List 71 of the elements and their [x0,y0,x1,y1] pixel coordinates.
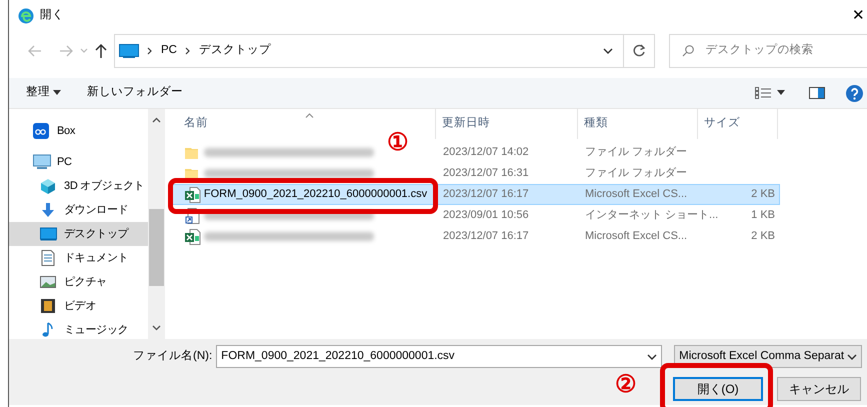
sidebar-item[interactable]: ピクチャ [9,270,148,294]
file-size: 2 KB [751,188,775,200]
window-title: 開く [40,8,64,24]
monitor-icon [40,226,58,242]
file-type: Microsoft Excel CS... [585,230,688,242]
chevron-icon [147,47,153,55]
new-folder-button[interactable]: 新しいフォルダー [86,84,183,102]
spreadsheet-file-icon [185,186,201,202]
sidebar-item[interactable]: Box [9,119,148,143]
monitor-icon [119,44,139,58]
file-size: 2 KB [751,230,775,242]
cube-icon [40,178,58,194]
spreadsheet-file-icon [185,228,201,244]
app-icon [18,8,34,24]
modified-date: 2023/09/01 10:56 [443,209,529,222]
scroll-down-icon[interactable] [152,325,161,331]
column-header[interactable]: サイズ [698,109,778,139]
step-number: ② [615,373,637,397]
dropdown-caret-icon[interactable] [847,352,858,360]
preview-pane-icon[interactable] [809,87,825,99]
file-type: Microsoft Excel CS... [585,188,688,200]
help-icon[interactable] [846,84,863,102]
file-type: インターネット ショート... [585,209,718,222]
chevron-icon [184,47,191,55]
file-size: 1 KB [751,209,775,222]
search-icon [682,45,694,57]
dropdown-caret-icon[interactable] [647,352,658,360]
scroll-up-icon[interactable] [152,117,161,123]
refresh-button[interactable] [624,34,655,68]
box-icon [33,123,51,139]
modified-date: 2023/12/07 14:02 [443,146,529,158]
file-row[interactable]: 2023/12/07 16:31 ファイル フォルダー [170,163,780,184]
dropdown-caret-icon[interactable] [603,47,613,55]
modified-date: 2023/12/07 16:17 [443,188,529,200]
modified-date: 2023/12/07 16:17 [443,230,529,242]
film-icon [40,298,58,314]
modified-date: 2023/12/07 16:31 [443,167,529,180]
view-options-icon[interactable] [755,87,771,99]
sidebar-item[interactable]: 3D オブジェクト [9,174,148,198]
caret-icon [52,90,61,96]
scrollbar-thumb[interactable] [149,209,164,286]
sidebar-item[interactable]: ミュージック [9,318,148,342]
open-button[interactable]: 開く(O) [673,377,763,401]
sidebar-item[interactable]: ドキュメント [9,246,148,270]
column-header[interactable]: 更新日時 [436,109,578,139]
file-row[interactable]: 2023/12/07 16:17 Microsoft Excel CS... 2 KB [170,226,780,247]
close-button[interactable]: ✕ [852,4,865,28]
up-icon[interactable] [94,43,108,59]
filename-field[interactable]: FORM_0900_2021_202210_6000000001.csv [216,345,662,368]
column-header[interactable]: 種類 [578,109,698,139]
picture-icon [40,274,58,290]
file-type: ファイル フォルダー [585,146,688,158]
cancel-button[interactable]: キャンセル [777,377,861,401]
file-name: FORM_0900_2021_202210_6000000001.csv [204,187,428,202]
organize-button[interactable]: 整理 [26,84,61,102]
file-row[interactable]: FORM_0900_2021_202210_6000000001.csv 2023/12/07 16:17 Microsoft Excel CS... 2 KB [170,184,780,205]
computer-icon [33,154,51,170]
caret-icon[interactable] [777,90,785,96]
file-row[interactable]: 2023/09/01 10:56 インターネット ショート... 1 KB [170,205,780,226]
breadcrumb-item[interactable]: PC [161,42,177,60]
filename-label: ファイル名(N): [133,348,212,364]
sidebar-item[interactable]: デスクトップ [9,222,148,246]
search-field[interactable]: デスクトップの検索 [669,34,867,68]
sidebar-item[interactable]: PC [9,150,148,174]
address-bar[interactable]: PC デスクトップ [114,34,624,68]
refresh-icon [632,44,646,58]
search-placeholder: デスクトップの検索 [706,42,814,58]
sidebar-item[interactable]: ビデオ [9,294,148,318]
breadcrumb-item[interactable]: デスクトップ [198,42,271,60]
file-type: ファイル フォルダー [585,167,688,180]
sidebar-item[interactable]: ダウンロード [9,198,148,222]
